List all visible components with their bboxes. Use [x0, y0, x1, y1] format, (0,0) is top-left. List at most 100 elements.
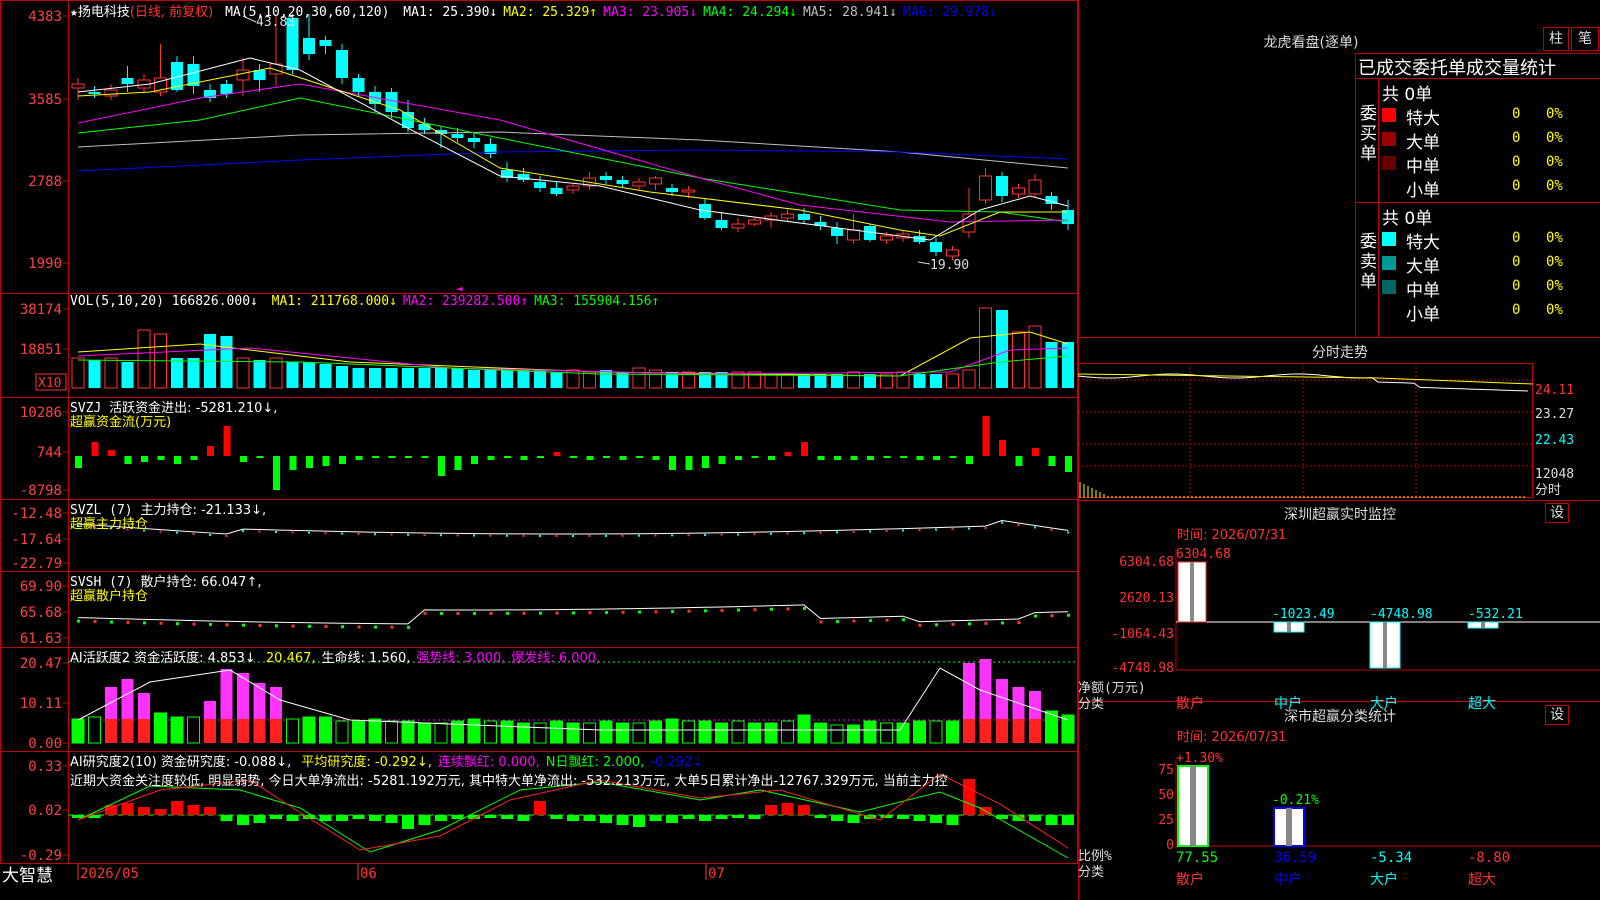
flow-bar-31: [586, 456, 594, 460]
svzl-dot-34: [638, 534, 640, 537]
candle-body-11: [253, 70, 266, 80]
ma-values: MA1: 25.390↓ MA2: 25.329↑ MA3: 23.905↓ MA4:…: [397, 5, 997, 20]
svsh-dot-9: [225, 623, 229, 627]
vol-bar-20: [402, 368, 414, 388]
flow-bar-6: [174, 456, 181, 464]
ai-bar-base-9: [220, 719, 233, 743]
chart-mode[interactable]: (日线, 前复权): [130, 5, 213, 20]
research-bar-39: [715, 815, 728, 819]
ai-bar-19: [385, 720, 398, 744]
ai-bar-top-3: [121, 679, 134, 719]
szm-value-0: 6304.68: [1176, 547, 1231, 562]
svsh-dot-58: [1034, 614, 1037, 618]
candle-body-41: [748, 219, 761, 225]
research-bar-38: [699, 815, 711, 821]
ai-bar-43: [781, 720, 794, 744]
svzl-dot-54: [968, 527, 970, 530]
ai-bar-35: [649, 720, 662, 744]
svzl-dot-37: [687, 534, 690, 537]
research-bar-51: [913, 815, 926, 821]
svzl-dot-27: [522, 534, 525, 537]
svsh-dot-14: [308, 624, 311, 628]
svsh-dot-19: [390, 625, 394, 629]
svsh-axis-tick-0: 69.90: [20, 579, 62, 595]
ma-line-3: [77, 97, 1069, 223]
svzl-axis-tick-0: -12.48: [11, 506, 62, 522]
svzl-dot-7: [192, 532, 195, 535]
flow-bar-39: [718, 456, 726, 464]
svzl-dot-52: [935, 528, 937, 531]
flow-bar-11: [256, 456, 264, 458]
svzl-dot-15: [324, 532, 327, 535]
ai-bar-base-58: [1029, 719, 1041, 743]
candle-body-1: [88, 92, 101, 94]
svsh-dot-20: [407, 625, 410, 629]
research-bar-15: [319, 815, 332, 821]
ai-bar-13: [286, 718, 299, 744]
vol-bar-32: [600, 370, 612, 388]
svsh-dot-30: [572, 611, 575, 615]
ai-bar-48: [863, 720, 877, 744]
svsh-dot-38: [704, 609, 707, 613]
ai-bar-40: [731, 720, 745, 744]
svsh-dot-43: [786, 607, 790, 611]
svsh-dot-11: [258, 623, 262, 627]
ai-bar-6: [170, 716, 184, 744]
svzl-dot-25: [489, 534, 492, 537]
szc-top-label-1: -0.21%: [1272, 793, 1319, 808]
candle-body-3: [121, 78, 134, 84]
candle-body-28: [534, 182, 546, 188]
vol-bar-43: [781, 373, 794, 389]
research-bar-19: [385, 815, 398, 823]
flow-bar-40: [735, 456, 742, 460]
svzl-dot-10: [242, 530, 244, 533]
svsh-dot-33: [621, 610, 625, 614]
ai-bar-15: [319, 716, 332, 744]
svzl-line: [77, 520, 1069, 535]
svzj-sub: 超赢资金流(万元): [70, 415, 172, 430]
svzl-dot-56: [1001, 521, 1003, 524]
research-bar-35: [649, 815, 662, 821]
svsh-dot-44: [803, 606, 806, 610]
svzl-dot-58: [1034, 526, 1036, 529]
ai-bar-top-9: [220, 669, 233, 719]
svzl-dot-12: [275, 530, 277, 533]
candle-body-0: [71, 83, 85, 89]
szc-bar-shade-0: [1190, 766, 1196, 846]
vol-bar-19: [385, 368, 398, 388]
svsh-dot-29: [555, 611, 559, 615]
research-bar-7: [187, 805, 200, 815]
ai-bar-51: [913, 720, 926, 744]
research-bar-6: [171, 801, 183, 815]
candle-body-37: [682, 189, 695, 193]
candle-body-17: [352, 78, 365, 92]
ma-line-1: [77, 131, 1069, 169]
candle-body-32: [600, 176, 612, 180]
vol-bar-2: [104, 357, 118, 389]
research-bar-43: [781, 803, 794, 815]
research-bar-20: [402, 815, 414, 829]
flow-bar-18: [372, 456, 379, 458]
svsh-dot-42: [770, 607, 773, 611]
svsh-dot-15: [324, 625, 328, 629]
vol-ma-values: MA1: 211768.000↓ MA2: 239282.500↑ MA3: 155…: [266, 294, 660, 309]
research-bar-37: [682, 815, 695, 819]
flow-bar-17: [355, 456, 363, 460]
vol-axis-tick-0: 38174: [20, 302, 62, 318]
svsh-dot-53: [951, 622, 955, 626]
szm-ylabel: 净额(万元): [1078, 681, 1146, 696]
candle-body-33: [616, 180, 629, 184]
ai-bar-28: [533, 722, 547, 744]
brand-logo[interactable]: 大智慧: [2, 861, 53, 886]
candle-body-9: [220, 84, 233, 94]
candle-body-23: [451, 134, 464, 138]
vol-bar-26: [501, 368, 513, 388]
candle-body-36: [666, 188, 678, 192]
research-bar-26: [501, 815, 513, 819]
svsh-dot-5: [159, 621, 163, 625]
ai-bar-base-11: [253, 719, 266, 743]
stock-name[interactable]: 扬电科技: [78, 5, 130, 20]
vol-bar-53: [946, 373, 959, 389]
stock-star: ★: [70, 5, 78, 20]
svsh-dot-48: [869, 619, 872, 623]
